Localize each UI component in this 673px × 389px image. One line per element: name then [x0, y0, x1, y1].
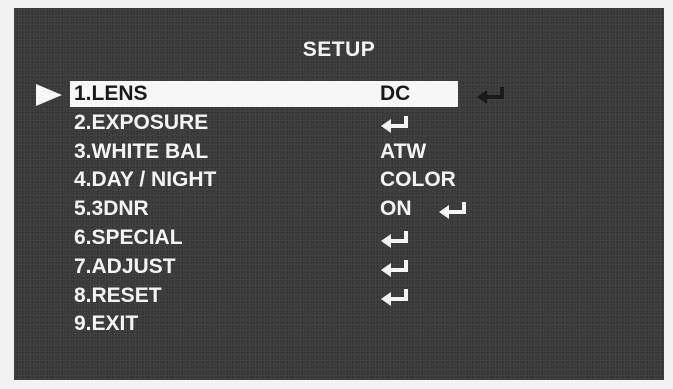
menu-item-lens[interactable]: 1.LENS DC	[14, 80, 664, 109]
menu-item-adjust[interactable]: 7.ADJUST	[14, 253, 664, 282]
menu-item-label: 5.3DNR	[74, 197, 149, 221]
enter-return-arrow-icon	[438, 201, 468, 220]
menu-item-day-night[interactable]: 4.DAY / NIGHT COLOR	[14, 166, 664, 195]
menu-item-label: 4.DAY / NIGHT	[74, 168, 217, 192]
menu-item-label: 8.RESET	[74, 283, 162, 307]
menu-item-exit[interactable]: 9.EXIT	[14, 310, 664, 339]
menu-item-special[interactable]: 6.SPECIAL	[14, 224, 664, 253]
menu-item-value: ON	[380, 197, 412, 221]
enter-return-arrow-icon	[476, 86, 506, 104]
menu-item-value: ATW	[380, 139, 427, 163]
osd-screen: SETUP 1.LENS DC 2.EXPOSURE 3.WHITE BAL A…	[14, 8, 664, 380]
menu-item-value: COLOR	[380, 168, 456, 192]
right-triangle-cursor-icon	[36, 84, 62, 106]
menu-item-exposure[interactable]: 2.EXPOSURE	[14, 109, 664, 138]
enter-return-arrow-icon	[380, 115, 410, 133]
menu-item-label: 9.EXIT	[74, 312, 139, 336]
enter-return-arrow-icon	[380, 288, 410, 306]
menu-item-label: 1.LENS	[74, 82, 148, 105]
menu-item-label: 7.ADJUST	[74, 254, 176, 278]
menu-title: SETUP	[302, 38, 376, 61]
enter-return-arrow-icon	[380, 230, 410, 248]
menu-item-reset[interactable]: 8.RESET	[14, 282, 664, 311]
menu-item-white-bal[interactable]: 3.WHITE BAL ATW	[14, 138, 664, 167]
menu-item-label: 2.EXPOSURE	[74, 110, 209, 134]
menu-item-3dnr[interactable]: 5.3DNR ON	[14, 195, 664, 224]
menu-item-label: 6.SPECIAL	[74, 225, 183, 249]
enter-return-arrow-icon	[380, 259, 410, 277]
menu-item-value: DC	[380, 82, 411, 105]
menu-item-label: 3.WHITE BAL	[74, 139, 209, 163]
setup-menu: 1.LENS DC 2.EXPOSURE 3.WHITE BAL ATW 4.D…	[14, 80, 664, 339]
